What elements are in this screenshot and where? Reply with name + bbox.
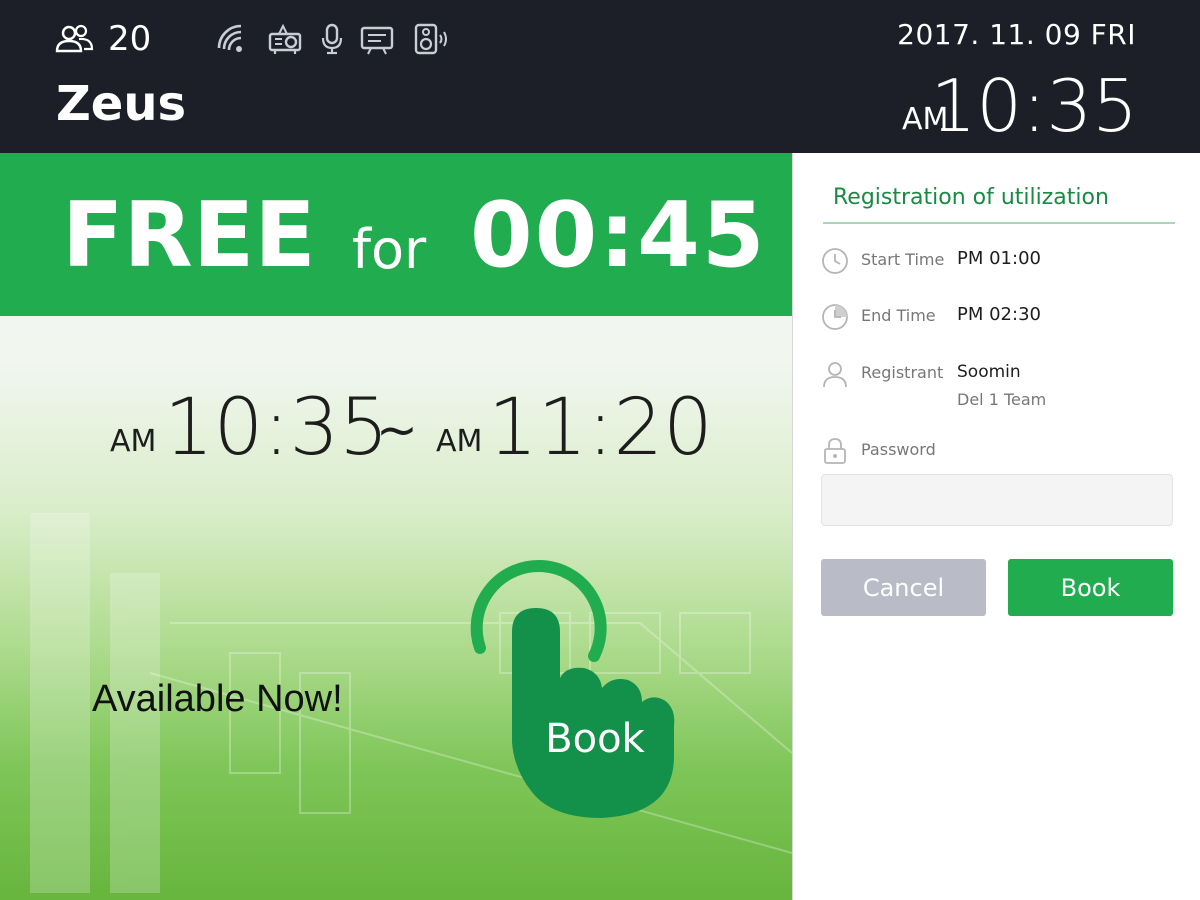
capacity-icon — [55, 24, 94, 53]
range-end-time: 11:20 — [488, 383, 713, 473]
book-now-button[interactable]: Book — [530, 712, 660, 766]
top-header-bar: 20 Zeus 2017. 11. 09 FRI AM 10:35 — [0, 0, 1200, 153]
range-start-ampm: AM — [110, 424, 157, 459]
range-end-ampm: AM — [436, 424, 483, 459]
start-time-value[interactable]: PM 01:00 — [957, 245, 1041, 273]
current-time: 10:35 — [930, 64, 1139, 148]
registrant-team: Del 1 Team — [957, 390, 1047, 409]
clock-icon — [822, 248, 848, 274]
registrant-name: Soomin — [957, 362, 1021, 382]
available-now-text: Available Now! — [92, 678, 343, 720]
panel-title-divider — [823, 222, 1175, 224]
free-status-banner: FREE for 00:45 — [0, 153, 792, 316]
panel-title: Registration of utilization — [833, 185, 1109, 210]
book-button[interactable]: Book — [1008, 559, 1173, 616]
projector-icon — [268, 23, 302, 54]
end-time-label: End Time — [861, 306, 936, 325]
end-time-row: End Time PM 02:30 — [821, 301, 1171, 341]
status-for-text: for — [352, 218, 427, 281]
microphone-icon — [321, 23, 343, 55]
cancel-button[interactable]: Cancel — [821, 559, 986, 616]
registrant-row: Registrant Soomin Del 1 Team — [821, 358, 1171, 418]
registration-panel: Registration of utilization Start Time P… — [792, 153, 1200, 900]
registrant-label: Registrant — [861, 363, 944, 382]
lock-icon — [824, 438, 846, 464]
wifi-icon — [217, 24, 242, 52]
range-start-time: 10:35 — [164, 383, 389, 473]
start-time-row: Start Time PM 01:00 — [821, 245, 1171, 285]
speaker-icon — [414, 23, 447, 55]
clock-end-icon — [822, 304, 848, 330]
password-row: Password — [821, 435, 1171, 475]
range-separator: ~ — [376, 401, 418, 459]
start-time-label: Start Time — [861, 250, 945, 269]
end-time-value[interactable]: PM 02:30 — [957, 301, 1041, 329]
person-icon — [823, 362, 847, 388]
current-date: 2017. 11. 09 FRI — [897, 18, 1136, 51]
status-state: FREE — [62, 183, 316, 288]
room-name: Zeus — [56, 76, 187, 132]
password-input[interactable] — [821, 474, 1173, 526]
free-duration: 00:45 — [470, 183, 767, 288]
tap-hand-icon[interactable] — [462, 556, 692, 826]
capacity-count: 20 — [108, 19, 152, 59]
display-board-icon — [360, 26, 394, 55]
password-label: Password — [861, 440, 936, 459]
